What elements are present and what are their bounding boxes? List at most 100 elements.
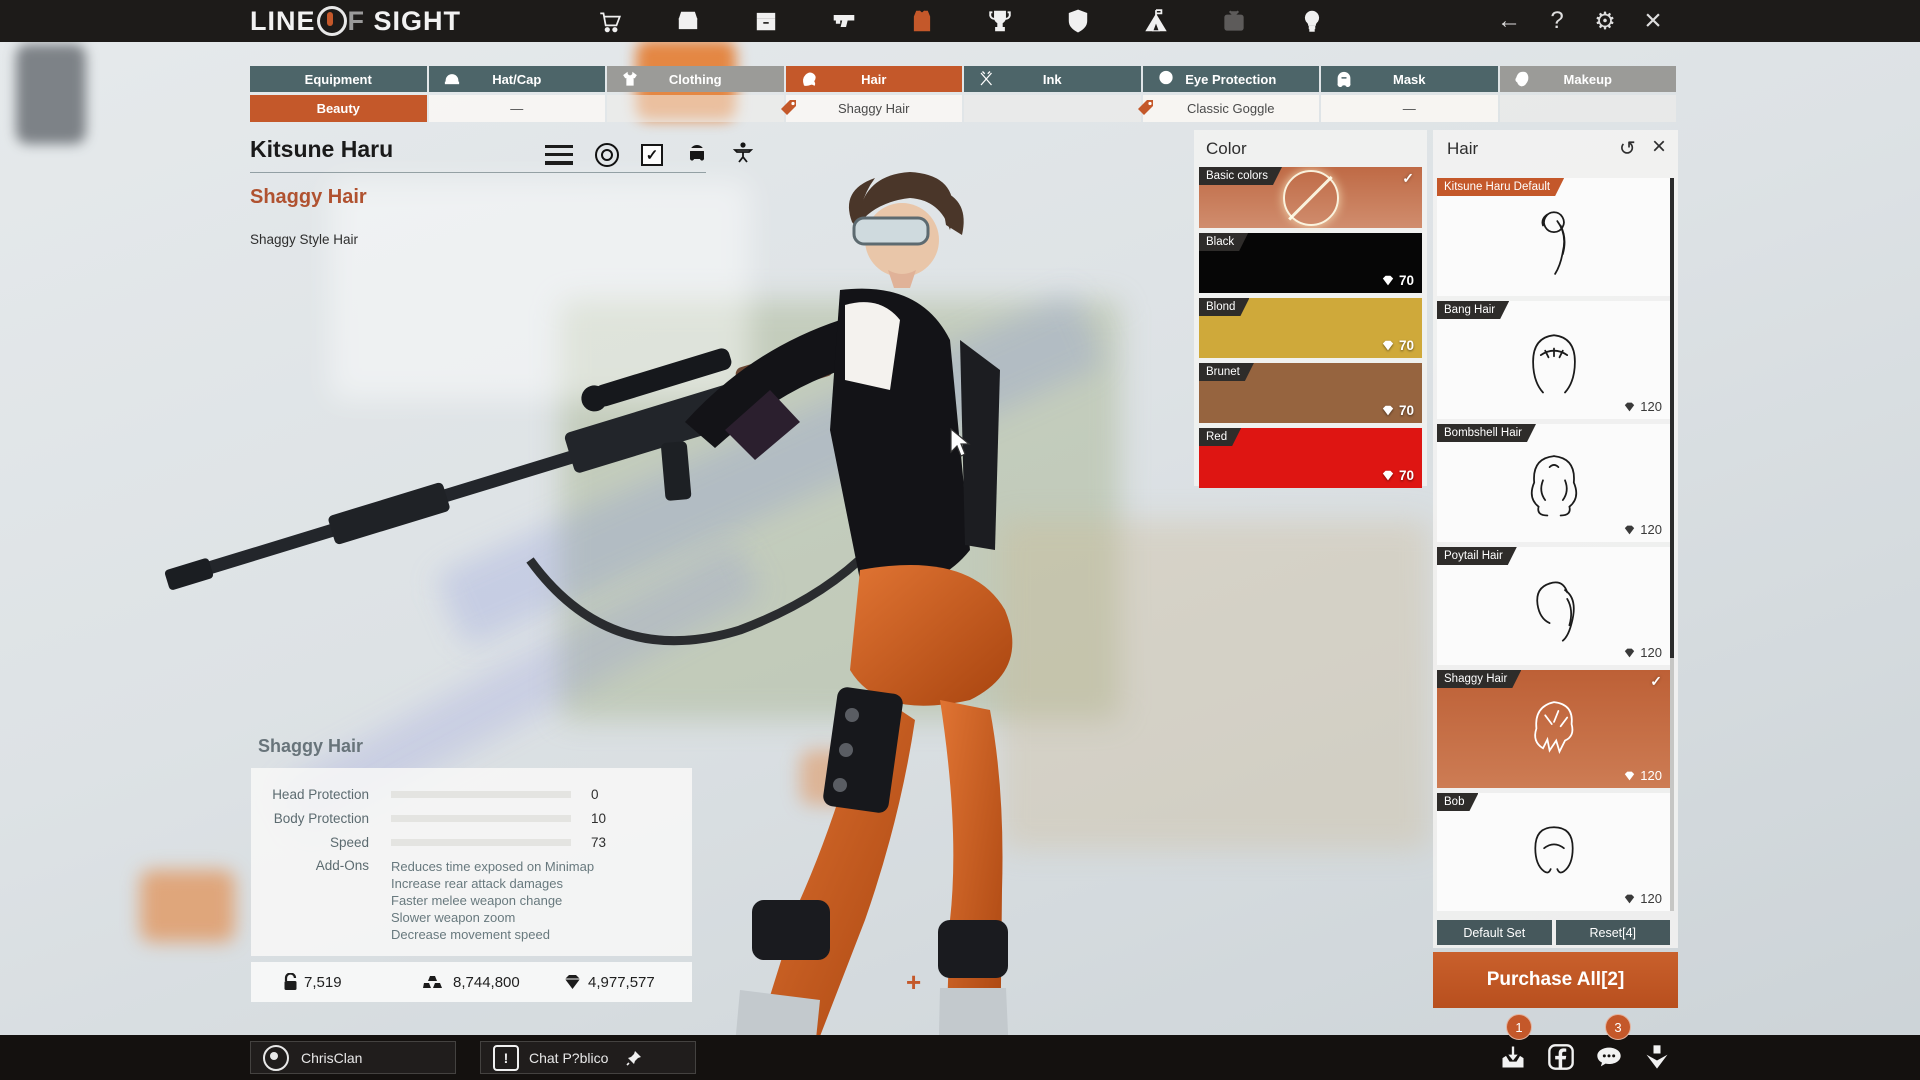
color-option-black[interactable]: Black 70 <box>1199 233 1422 293</box>
color-option-brunet[interactable]: Brunet 70 <box>1199 363 1422 423</box>
clan-chat-button[interactable]: ChrisClan <box>250 1041 456 1074</box>
tab-makeup[interactable]: Makeup <box>1500 66 1677 92</box>
category-tabs: Equipment Hat/Cap Clothing Hair Ink Eye … <box>250 66 1676 92</box>
selected-check-icon: ✓ <box>1402 170 1414 187</box>
color-option-blond[interactable]: Blond 70 <box>1199 298 1422 358</box>
tab-mask[interactable]: Mask <box>1321 66 1498 92</box>
bottom-right-icons <box>1498 1042 1672 1072</box>
goggles-icon <box>1157 70 1175 88</box>
tab-ink[interactable]: Ink <box>964 66 1141 92</box>
tv-icon[interactable] <box>1219 6 1249 36</box>
tab-hat-cap[interactable]: Hat/Cap <box>429 66 606 92</box>
hair-item-bang-hair[interactable]: Bang Hair 120 <box>1437 301 1670 419</box>
top-bar: LINE F SIGHT ? <box>0 0 1920 42</box>
chat-alert-icon: ! <box>493 1045 519 1071</box>
logo-scope-icon <box>317 6 347 36</box>
tab-clothing[interactable]: Clothing <box>607 66 784 92</box>
show-item-checkbox[interactable]: ✓ <box>641 144 663 166</box>
subtab-makeup-none[interactable] <box>1500 95 1677 122</box>
hair-item-bob[interactable]: Bob 120 <box>1437 793 1670 911</box>
hair-sketch <box>1521 448 1587 528</box>
diamond-icon <box>1623 648 1636 658</box>
tab-eye-protection[interactable]: Eye Protection <box>1143 66 1320 92</box>
back-icon[interactable]: ← <box>1495 7 1523 35</box>
selected-item-title: Shaggy Hair <box>250 186 367 209</box>
hair-sketch <box>1521 202 1587 282</box>
addons-list: Reduces time exposed on Minimap Increase… <box>391 858 594 943</box>
tab-equipment[interactable]: Equipment <box>250 66 427 92</box>
cart-icon[interactable] <box>595 6 625 36</box>
public-chat-button[interactable]: ! Chat P?blico <box>480 1041 696 1074</box>
headgear-toggle-icon[interactable] <box>685 140 709 169</box>
subcategory-row: Beauty — Shaggy Hair Classic Goggle — <box>250 95 1676 122</box>
hair-panel: Hair ↺ × Kitsune Haru Default Bang Hair … <box>1433 130 1678 948</box>
focus-target-icon[interactable] <box>595 143 619 167</box>
facebook-icon[interactable] <box>1546 1042 1576 1072</box>
color-swatches: Basic colors ✓ Black 70 Blond 70 Brunet <box>1199 167 1422 493</box>
settings-gear-icon[interactable]: ⚙ <box>1591 7 1619 36</box>
subtab-hatcap-none[interactable]: — <box>429 95 606 122</box>
stat-row: Speed 73 <box>251 830 692 854</box>
view-toolbar: ✓ <box>545 140 755 169</box>
downloads-tray-icon[interactable] <box>1498 1042 1528 1072</box>
subtab-eye-selected[interactable]: Classic Goggle <box>1143 95 1320 122</box>
line-of-sight-customization-screen: LINE F SIGHT ? <box>0 0 1920 1080</box>
makeup-face-icon <box>1514 70 1532 88</box>
help-icon[interactable]: ? <box>1543 7 1571 35</box>
collapse-arrow-icon[interactable] <box>1642 1042 1672 1072</box>
color-option-red[interactable]: Red 70 <box>1199 428 1422 488</box>
reset-icon[interactable]: ↺ <box>1619 136 1636 161</box>
purchase-all-button[interactable]: Purchase All[2] <box>1433 952 1678 1008</box>
selected-check-icon: ✓ <box>1650 673 1662 690</box>
color-price: 70 <box>1381 273 1414 288</box>
diamond-icon <box>563 974 582 990</box>
menu-icon[interactable] <box>545 145 573 165</box>
hair-list-scrollbar <box>1670 178 1674 911</box>
mouse-cursor <box>949 428 971 458</box>
storage-icon[interactable] <box>751 6 781 36</box>
subtab-hair-selected[interactable]: Shaggy Hair <box>786 95 963 122</box>
camp-icon[interactable] <box>1141 6 1171 36</box>
divider <box>250 172 706 173</box>
tag-icon <box>779 98 799 118</box>
close-panel-icon[interactable]: × <box>1652 133 1666 161</box>
color-price: 70 <box>1381 403 1414 418</box>
stat-bar <box>391 791 571 798</box>
messages-icon[interactable] <box>1594 1042 1624 1072</box>
stats-item-title: Shaggy Hair <box>258 736 363 757</box>
clan-shield-icon[interactable] <box>1063 6 1093 36</box>
hair-item-price: 120 <box>1623 522 1662 537</box>
ink-needles-icon <box>978 70 996 88</box>
weapons-icon[interactable] <box>829 6 859 36</box>
add-funds-button[interactable]: + <box>906 962 921 1002</box>
mask-icon <box>1335 70 1353 88</box>
subtab-ink-none[interactable] <box>964 95 1141 122</box>
subtab-beauty[interactable]: Beauty <box>250 95 427 122</box>
color-price: 70 <box>1381 468 1414 483</box>
gold-icon <box>423 975 447 990</box>
color-option-basic[interactable]: Basic colors ✓ <box>1199 167 1422 228</box>
hair-item-bombshell-hair[interactable]: Bombshell Hair 120 <box>1437 424 1670 542</box>
hair-item-poytail-hair[interactable]: Poytail Hair 120 <box>1437 547 1670 665</box>
achievements-icon[interactable] <box>985 6 1015 36</box>
hair-sketch <box>1521 817 1587 897</box>
default-set-button[interactable]: Default Set <box>1437 920 1552 945</box>
pin-icon[interactable] <box>626 1050 642 1066</box>
hair-item-shaggy-hair-selected[interactable]: Shaggy Hair ✓ 120 <box>1437 670 1670 788</box>
tips-bulb-icon[interactable] <box>1297 6 1327 36</box>
tab-hair[interactable]: Hair <box>786 66 963 92</box>
color-panel-title: Color <box>1206 139 1247 159</box>
reset-button[interactable]: Reset[4] <box>1556 920 1671 945</box>
pose-toggle-icon[interactable] <box>731 140 755 169</box>
outfits-icon[interactable] <box>907 6 937 36</box>
hair-item-kitsune-haru-default[interactable]: Kitsune Haru Default <box>1437 178 1670 296</box>
subtab-mask-none[interactable]: — <box>1321 95 1498 122</box>
crate-icon[interactable]: ? <box>673 6 703 36</box>
hair-item-price: 120 <box>1623 768 1662 783</box>
messages-badge: 3 <box>1605 1014 1631 1040</box>
close-icon[interactable]: × <box>1639 4 1667 38</box>
addons-section: Add-Ons Reduces time exposed on Minimap … <box>251 858 692 943</box>
logo-text: F <box>348 6 366 37</box>
scrollbar-thumb[interactable] <box>1670 178 1674 658</box>
subtab-clothing-none[interactable] <box>607 95 784 122</box>
